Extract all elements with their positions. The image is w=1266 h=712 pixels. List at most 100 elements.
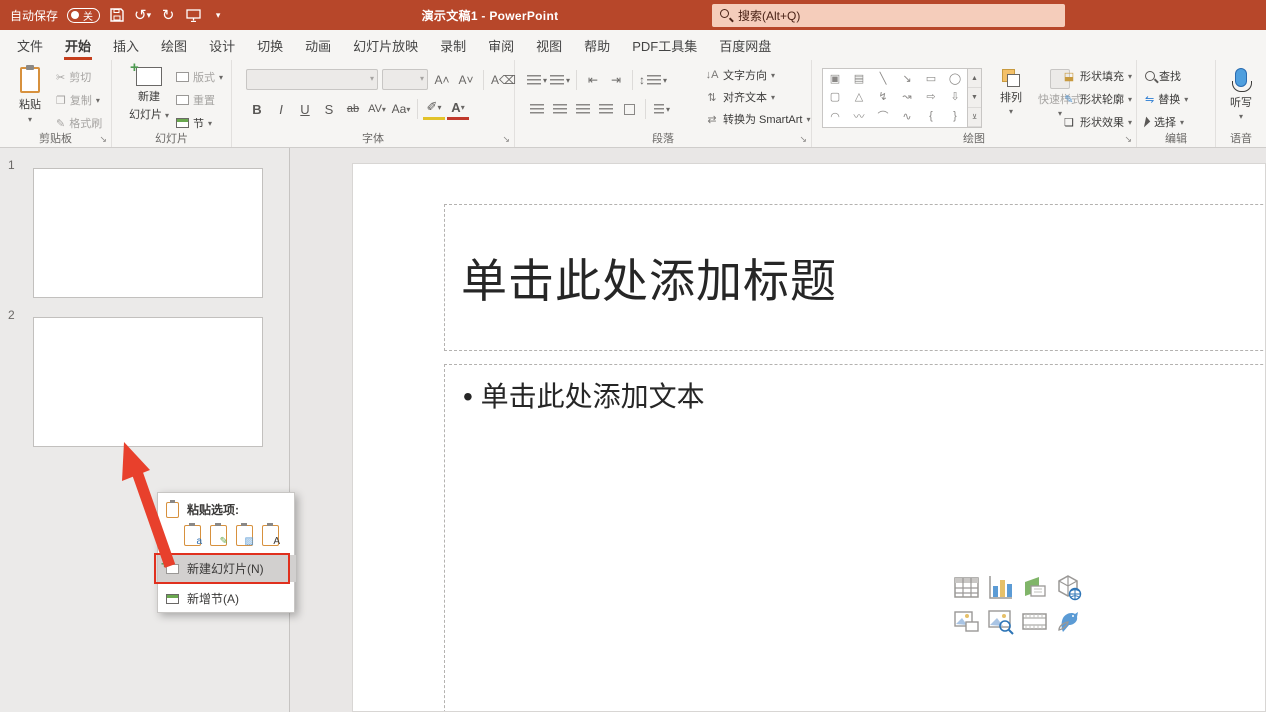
search-input[interactable]: 搜索(Alt+Q)	[712, 4, 1065, 27]
tab-draw[interactable]: 绘图	[150, 30, 198, 60]
tab-animations[interactable]: 动画	[294, 30, 342, 60]
tab-slideshow[interactable]: 幻灯片放映	[342, 30, 429, 60]
slide-thumbnail-2[interactable]	[33, 317, 263, 447]
cut-button[interactable]: ✂ 剪切	[56, 69, 102, 85]
tab-review[interactable]: 审阅	[477, 30, 525, 60]
tab-baidu-netdisk[interactable]: 百度网盘	[708, 30, 782, 60]
title-placeholder[interactable]: 单击此处添加标题	[444, 204, 1266, 351]
insert-video-icon[interactable]	[1021, 608, 1048, 635]
decrease-indent-button[interactable]: ⇤	[583, 69, 603, 91]
shadow-button[interactable]: S	[318, 98, 340, 120]
find-button[interactable]: 查找	[1145, 68, 1188, 84]
replace-button[interactable]: ⇋ 替换▾	[1145, 91, 1188, 107]
shape-gallery[interactable]: ▣▤ ╲↘ ▭◯ ▢△ ↯↝ ⇨⇩ ◠〰 ⌒∿ {}	[822, 68, 968, 128]
line-spacing-button[interactable]: ↕▾	[639, 69, 667, 91]
paste-as-picture-button[interactable]: ▨	[236, 525, 253, 546]
paste-keep-source-formatting-button[interactable]: a	[184, 525, 201, 546]
tab-record[interactable]: 录制	[429, 30, 477, 60]
tab-insert[interactable]: 插入	[102, 30, 150, 60]
clear-formatting-button[interactable]: A⌫	[491, 69, 516, 90]
shape-gallery-scrollbar[interactable]: ▲ ▼ ⊻	[968, 68, 982, 128]
menu-item-new-slide[interactable]: + 新建幻灯片(N)	[158, 555, 296, 582]
bullets-button[interactable]: ▾	[527, 69, 547, 91]
font-dialog-launcher-icon[interactable]: ↘	[502, 134, 510, 145]
paragraph-dialog-launcher-icon[interactable]: ↘	[799, 134, 807, 145]
character-spacing-button[interactable]: AV▾	[366, 98, 388, 120]
shrink-font-button[interactable]: A˅	[456, 69, 476, 90]
gallery-more-icon[interactable]: ⊻	[968, 108, 981, 127]
tab-design[interactable]: 设计	[198, 30, 246, 60]
copy-button[interactable]: ❐ 复制 ▾	[56, 92, 102, 108]
voice-group-label: 语音	[1216, 130, 1266, 146]
italic-button[interactable]: I	[270, 98, 292, 120]
tab-view[interactable]: 视图	[525, 30, 573, 60]
columns-button[interactable]	[619, 98, 639, 120]
insert-pictures-icon[interactable]	[953, 608, 980, 635]
change-case-button[interactable]: Aa▾	[390, 98, 412, 120]
start-slideshow-icon[interactable]	[185, 4, 201, 26]
justify-button[interactable]	[596, 98, 616, 120]
customize-qat-icon[interactable]: ▾	[210, 4, 226, 26]
arrange-button[interactable]: 排列 ▾	[994, 69, 1028, 116]
redo-button[interactable]: ↻	[160, 4, 176, 26]
increase-indent-button[interactable]: ⇥	[606, 69, 626, 91]
format-painter-button[interactable]: ✎ 格式刷	[56, 115, 102, 131]
strikethrough-button[interactable]: ab	[342, 98, 364, 120]
search-placeholder: 搜索(Alt+Q)	[738, 7, 800, 24]
text-direction-icon: ↓A	[705, 69, 719, 81]
new-slide-button[interactable]: 新建 幻灯片 ▾	[126, 67, 172, 137]
section-button[interactable]: 节▾	[176, 115, 223, 131]
shape-fill-button[interactable]: ⬓ 形状填充▾	[1062, 68, 1132, 84]
layout-button[interactable]: 版式▾	[176, 69, 223, 85]
insert-stock-images-icon[interactable]	[987, 608, 1014, 635]
insert-chart-icon[interactable]	[987, 574, 1014, 601]
insert-smartart-icon[interactable]	[1021, 574, 1048, 601]
tab-transitions[interactable]: 切换	[246, 30, 294, 60]
shape-outline-button[interactable]: ✎ 形状轮廓▾	[1062, 91, 1132, 107]
clipboard-dialog-launcher-icon[interactable]: ↘	[99, 134, 107, 145]
insert-icons-icon[interactable]	[1055, 608, 1082, 635]
insert-3d-model-icon[interactable]	[1055, 574, 1082, 601]
font-name-select[interactable]	[246, 69, 378, 90]
scroll-up-icon[interactable]: ▲	[968, 69, 981, 88]
scroll-down-icon[interactable]: ▼	[968, 88, 981, 107]
grow-font-button[interactable]: A˄	[432, 69, 452, 90]
slide-canvas[interactable]: 单击此处添加标题 • 单击此处添加文本	[352, 163, 1266, 712]
slide-number: 1	[8, 158, 15, 172]
tab-home[interactable]: 开始	[54, 30, 102, 60]
bold-button[interactable]: B	[246, 98, 268, 120]
autosave-toggle[interactable]: 关	[67, 8, 100, 23]
add-remove-columns-button[interactable]: ▾	[652, 98, 672, 120]
font-color-button[interactable]: A▾	[447, 98, 469, 120]
save-icon[interactable]	[109, 4, 125, 26]
menu-item-new-section[interactable]: 新增节(A)	[158, 585, 296, 612]
underline-button[interactable]: U	[294, 98, 316, 120]
convert-smartart-button[interactable]: ⇄ 转换为 SmartArt▾	[705, 111, 810, 127]
drawing-dialog-launcher-icon[interactable]: ↘	[1124, 134, 1132, 145]
tab-help[interactable]: 帮助	[573, 30, 621, 60]
align-text-button[interactable]: ⇅ 对齐文本▾	[705, 89, 810, 105]
text-direction-button[interactable]: ↓A 文字方向▾	[705, 67, 810, 83]
undo-button[interactable]: ↺▾	[134, 4, 151, 26]
align-center-button[interactable]	[550, 98, 570, 120]
font-size-select[interactable]	[382, 69, 428, 90]
insert-table-icon[interactable]	[953, 574, 980, 601]
tab-pdf-tools[interactable]: PDF工具集	[621, 30, 708, 60]
autosave-state: 关	[83, 8, 93, 23]
shape-effects-button[interactable]: ❏ 形状效果▾	[1062, 114, 1132, 130]
tab-file[interactable]: 文件	[6, 30, 54, 60]
align-right-button[interactable]	[573, 98, 593, 120]
reset-button[interactable]: 重置	[176, 92, 223, 108]
smartart-icon: ⇄	[705, 113, 719, 126]
slide-thumbnail-1[interactable]	[33, 168, 263, 298]
undo-caret-icon[interactable]: ▾	[147, 10, 152, 21]
paste-button[interactable]: 粘贴 ▾	[10, 67, 50, 133]
paste-use-destination-theme-button[interactable]: ✎	[210, 525, 227, 546]
highlight-color-button[interactable]: ✐▾	[423, 98, 445, 120]
select-button[interactable]: 选择▾	[1145, 114, 1188, 130]
dictate-button[interactable]: 听写 ▾	[1216, 68, 1266, 121]
body-placeholder[interactable]: • 单击此处添加文本	[444, 364, 1266, 712]
align-left-button[interactable]	[527, 98, 547, 120]
paste-keep-text-only-button[interactable]: A	[262, 525, 279, 546]
numbering-button[interactable]: ▾	[550, 69, 570, 91]
